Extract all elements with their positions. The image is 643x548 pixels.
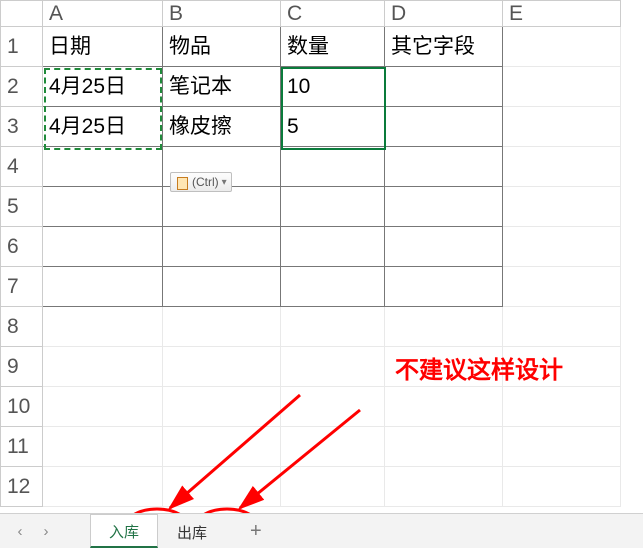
cell-D3[interactable]: [385, 107, 503, 147]
cell-B10[interactable]: [163, 387, 281, 427]
cell-A9[interactable]: [43, 347, 163, 387]
smarttag-label: (Ctrl): [192, 175, 219, 189]
cell-A8[interactable]: [43, 307, 163, 347]
cell-E11[interactable]: [503, 427, 621, 467]
cell-C5[interactable]: [281, 187, 385, 227]
cell-E7[interactable]: [503, 267, 621, 307]
col-header-C[interactable]: C: [281, 1, 385, 27]
sheet-tabs: 入库 出库: [90, 514, 226, 548]
cell-A3[interactable]: 4月25日: [43, 107, 163, 147]
cell-A4[interactable]: [43, 147, 163, 187]
select-all-corner[interactable]: [1, 1, 43, 27]
tab-nav-next[interactable]: ›: [36, 521, 56, 541]
cell-D7[interactable]: [385, 267, 503, 307]
add-sheet-button[interactable]: +: [250, 520, 262, 543]
cell-D8[interactable]: [385, 307, 503, 347]
chevron-down-icon: ▾: [222, 177, 227, 188]
cell-B3[interactable]: 橡皮擦: [163, 107, 281, 147]
cell-A1[interactable]: 日期: [43, 27, 163, 67]
cell-C6[interactable]: [281, 227, 385, 267]
cell-A10[interactable]: [43, 387, 163, 427]
cell-C4[interactable]: [281, 147, 385, 187]
col-header-B[interactable]: B: [163, 1, 281, 27]
cell-E3[interactable]: [503, 107, 621, 147]
cell-A7[interactable]: [43, 267, 163, 307]
cell-C1[interactable]: 数量: [281, 27, 385, 67]
row-header-1[interactable]: 1: [1, 27, 43, 67]
cell-B9[interactable]: [163, 347, 281, 387]
cell-E10[interactable]: [503, 387, 621, 427]
sheet-tab-outbound[interactable]: 出库: [158, 515, 226, 548]
row-header-7[interactable]: 7: [1, 267, 43, 307]
cell-C7[interactable]: [281, 267, 385, 307]
row-header-8[interactable]: 8: [1, 307, 43, 347]
cell-C11[interactable]: [281, 427, 385, 467]
row-header-6[interactable]: 6: [1, 227, 43, 267]
paste-options-smarttag[interactable]: (Ctrl) ▾: [170, 172, 232, 192]
cell-A12[interactable]: [43, 467, 163, 507]
cell-C10[interactable]: [281, 387, 385, 427]
cell-D2[interactable]: [385, 67, 503, 107]
cell-E6[interactable]: [503, 227, 621, 267]
row-header-2[interactable]: 2: [1, 67, 43, 107]
cell-B1[interactable]: 物品: [163, 27, 281, 67]
cell-C12[interactable]: [281, 467, 385, 507]
row-header-5[interactable]: 5: [1, 187, 43, 227]
cell-C9[interactable]: [281, 347, 385, 387]
clipboard-icon: [175, 175, 189, 189]
col-header-D[interactable]: D: [385, 1, 503, 27]
annotation-text: 不建议这样设计: [395, 350, 563, 385]
cell-A5[interactable]: [43, 187, 163, 227]
tab-nav-prev[interactable]: ‹: [10, 521, 30, 541]
cell-B8[interactable]: [163, 307, 281, 347]
cell-B7[interactable]: [163, 267, 281, 307]
cell-D10[interactable]: [385, 387, 503, 427]
cell-E8[interactable]: [503, 307, 621, 347]
cell-E2[interactable]: [503, 67, 621, 107]
cell-B5[interactable]: [163, 187, 281, 227]
cell-E5[interactable]: [503, 187, 621, 227]
sheet-tab-inbound[interactable]: 入库: [90, 514, 158, 548]
cell-D5[interactable]: [385, 187, 503, 227]
cell-C8[interactable]: [281, 307, 385, 347]
row-header-9[interactable]: 9: [1, 347, 43, 387]
row-header-4[interactable]: 4: [1, 147, 43, 187]
cell-E12[interactable]: [503, 467, 621, 507]
cell-E1[interactable]: [503, 27, 621, 67]
cell-C3[interactable]: 5: [281, 107, 385, 147]
col-header-A[interactable]: A: [43, 1, 163, 27]
cell-D1[interactable]: 其它字段: [385, 27, 503, 67]
cell-B2[interactable]: 笔记本: [163, 67, 281, 107]
cell-D4[interactable]: [385, 147, 503, 187]
cell-E4[interactable]: [503, 147, 621, 187]
cell-A6[interactable]: [43, 227, 163, 267]
row-header-12[interactable]: 12: [1, 467, 43, 507]
cell-B11[interactable]: [163, 427, 281, 467]
cell-C2[interactable]: 10: [281, 67, 385, 107]
cell-D11[interactable]: [385, 427, 503, 467]
cell-D6[interactable]: [385, 227, 503, 267]
cell-A11[interactable]: [43, 427, 163, 467]
row-header-11[interactable]: 11: [1, 427, 43, 467]
row-header-10[interactable]: 10: [1, 387, 43, 427]
col-header-E[interactable]: E: [503, 1, 621, 27]
cell-D12[interactable]: [385, 467, 503, 507]
cell-B6[interactable]: [163, 227, 281, 267]
sheet-tab-bar: ‹ › 入库 出库 +: [0, 513, 643, 548]
row-header-3[interactable]: 3: [1, 107, 43, 147]
cell-B12[interactable]: [163, 467, 281, 507]
cell-A2[interactable]: 4月25日: [43, 67, 163, 107]
spreadsheet-grid[interactable]: A B C D E 1 日期 物品 数量 其它字段 2 4月25日 笔记本 10…: [0, 0, 621, 507]
